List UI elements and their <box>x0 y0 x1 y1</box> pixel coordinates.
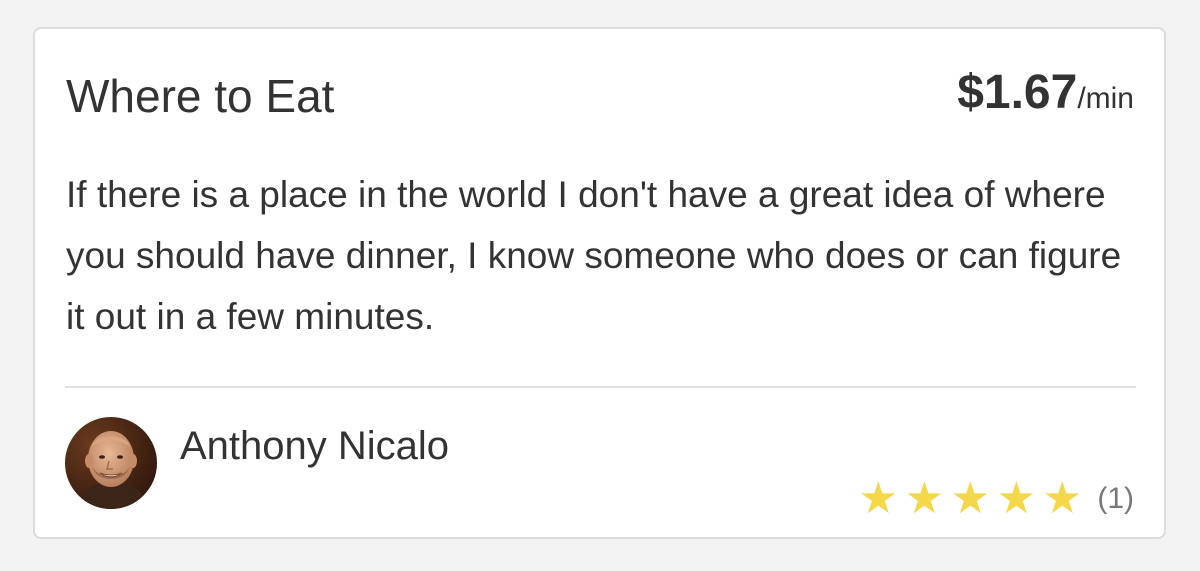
listing-description: If there is a place in the world I don't… <box>66 174 1122 337</box>
rating: ★ ★ ★ ★ ★ (1) <box>855 475 1134 523</box>
star-rating: ★ ★ ★ ★ ★ <box>855 475 1085 523</box>
star-icon: ★ <box>996 473 1037 524</box>
divider <box>65 386 1136 388</box>
expert-listing-card[interactable]: Where to Eat $1.67/min If there is a pla… <box>33 27 1166 539</box>
star-icon: ★ <box>904 473 945 524</box>
avatar[interactable] <box>65 417 157 509</box>
star-icon: ★ <box>1042 473 1083 524</box>
author-name[interactable]: Anthony Nicalo <box>180 423 449 469</box>
listing-title: Where to Eat <box>66 70 335 122</box>
price-per-minute: $1.67/min <box>957 66 1134 126</box>
price-unit: /min <box>1077 82 1134 115</box>
star-icon: ★ <box>858 473 899 524</box>
star-icon: ★ <box>950 473 991 524</box>
rating-count: (1) <box>1097 482 1134 515</box>
price-amount: $1.67 <box>957 66 1078 119</box>
person-avatar-icon <box>65 417 157 509</box>
